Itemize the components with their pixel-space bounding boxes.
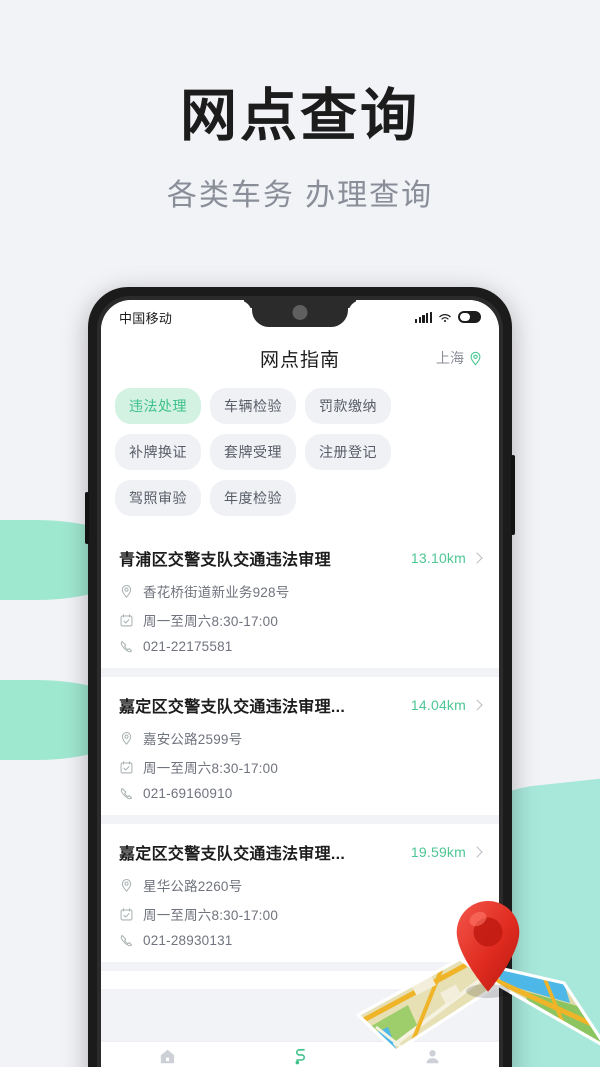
list-item-meta: 13.10km: [410, 550, 483, 566]
phone-screen: 中国移动 网点指南 上海 违法处理 车辆检验 罚款缴纳 补牌换证 套牌受理 注册…: [101, 300, 499, 1067]
status-icons: [415, 311, 481, 323]
chevron-right-icon[interactable]: [471, 552, 483, 564]
page-title: 网点查询: [180, 85, 420, 148]
tab-profile[interactable]: 我的: [366, 1042, 499, 1067]
filter-chip[interactable]: 罚款缴纳: [305, 388, 391, 424]
volume-button[interactable]: [85, 492, 89, 544]
filter-chip[interactable]: 注册登记: [305, 434, 391, 470]
page-subtitle: 各类车务 办理查询: [166, 178, 434, 212]
filter-chip-group: 违法处理 车辆检验 罚款缴纳 补牌换证 套牌受理 注册登记 驾照审验 年度检验: [101, 382, 499, 532]
calendar-check-icon: [120, 760, 133, 773]
city-label: 上海: [436, 350, 464, 366]
phone-row: 021-22175581: [119, 639, 481, 654]
distance-label: 14.04km: [410, 697, 466, 713]
location-pin-icon: [121, 584, 132, 598]
phone-mockup: 中国移动 网点指南 上海 违法处理 车辆检验 罚款缴纳 补牌换证 套牌受理 注册…: [85, 287, 515, 1067]
phone-text[interactable]: 021-22175581: [143, 639, 232, 654]
chevron-right-icon[interactable]: [471, 846, 483, 858]
battery-icon: [458, 311, 481, 323]
address-row: 香花桥街道新业务928号: [119, 581, 481, 601]
tab-home[interactable]: 首页: [101, 1042, 234, 1067]
filter-chip[interactable]: 补牌换证: [115, 434, 201, 470]
address-row: 星华公路2260号: [119, 875, 481, 895]
phone-row: 021-69160910: [119, 786, 481, 801]
phone-handset-icon: [120, 934, 133, 947]
list-item-meta: 14.04km: [410, 697, 483, 713]
user-icon: [426, 1049, 439, 1063]
app-title: 网点指南: [259, 349, 340, 371]
city-selector[interactable]: 上海: [436, 348, 483, 368]
list-item[interactable]: [101, 971, 499, 989]
list-item-header: 嘉定区交警支队交通违法审理... 14.04km: [119, 693, 483, 717]
hours-text: 周一至周六8:30-17:00: [143, 908, 279, 923]
list-item-meta: 19.59km: [410, 844, 483, 860]
front-camera-icon: [292, 305, 308, 320]
location-pin-icon: [121, 731, 132, 745]
hours-row: 周一至周六8:30-17:00: [119, 610, 481, 630]
address-text: 嘉安公路2599号: [143, 732, 243, 747]
filter-chip[interactable]: 年度检验: [210, 480, 296, 516]
location-pin-icon: [470, 351, 481, 365]
distance-label: 19.59km: [410, 844, 466, 860]
phone-handset-icon: [120, 640, 133, 653]
list-item-header: 嘉定区交警支队交通违法审理... 19.59km: [119, 840, 483, 864]
filter-chip[interactable]: 违法处理: [115, 388, 201, 424]
hours-row: 周一至周六8:30-17:00: [119, 757, 481, 777]
phone-bezel: 中国移动 网点指南 上海 违法处理 车辆检验 罚款缴纳 补牌换证 套牌受理 注册…: [97, 296, 503, 1067]
list-item[interactable]: 嘉定区交警支队交通违法审理... 19.59km 星华公路2260号 周一至周六…: [101, 824, 499, 962]
filter-chip[interactable]: 驾照审验: [115, 480, 201, 516]
route-icon: [295, 1048, 305, 1064]
wifi-icon: [439, 313, 451, 322]
calendar-check-icon: [120, 613, 133, 626]
distance-label: 13.10km: [410, 550, 466, 566]
list-item-header: 青浦区交警支队交通违法审理 13.10km: [119, 546, 483, 570]
list-item[interactable]: 嘉定区交警支队交通违法审理... 14.04km 嘉安公路2599号 周一至周六…: [101, 677, 499, 815]
bottom-tab-bar: 首页 网点指南 我的: [101, 1041, 499, 1067]
filter-chip[interactable]: 车辆检验: [210, 388, 296, 424]
address-text: 香花桥街道新业务928号: [143, 585, 290, 600]
phone-notch: [252, 300, 348, 327]
promo-heading: 网点查询 各类车务 办理查询: [0, 86, 600, 214]
filter-chip[interactable]: 套牌受理: [210, 434, 296, 470]
address-row: 嘉安公路2599号: [119, 728, 481, 748]
hours-text: 周一至周六8:30-17:00: [143, 614, 279, 629]
phone-text[interactable]: 021-69160910: [143, 786, 232, 801]
phone-handset-icon: [120, 787, 133, 800]
power-button[interactable]: [511, 455, 515, 535]
list-item[interactable]: 青浦区交警支队交通违法审理 13.10km 香花桥街道新业务928号 周一至周六…: [101, 530, 499, 668]
app-header: 网点指南 上海: [101, 334, 499, 382]
hours-row: 周一至周六8:30-17:00: [119, 904, 481, 924]
address-text: 星华公路2260号: [143, 879, 243, 894]
calendar-check-icon: [120, 907, 133, 920]
location-pin-icon: [121, 878, 132, 892]
home-icon: [160, 1049, 174, 1063]
chevron-right-icon[interactable]: [471, 699, 483, 711]
branch-name: 嘉定区交警支队交通违法审理...: [119, 699, 346, 716]
phone-row: 021-28930131: [119, 933, 481, 948]
branch-list[interactable]: 青浦区交警支队交通违法审理 13.10km 香花桥街道新业务928号 周一至周六…: [101, 530, 499, 1041]
carrier-label: 中国移动: [119, 310, 173, 326]
branch-name: 嘉定区交警支队交通违法审理...: [119, 846, 346, 863]
tab-branch-guide[interactable]: 网点指南: [234, 1042, 367, 1067]
signal-bars-icon: [415, 311, 432, 323]
phone-text[interactable]: 021-28930131: [143, 933, 232, 948]
hours-text: 周一至周六8:30-17:00: [143, 761, 279, 776]
branch-name: 青浦区交警支队交通违法审理: [119, 552, 331, 569]
